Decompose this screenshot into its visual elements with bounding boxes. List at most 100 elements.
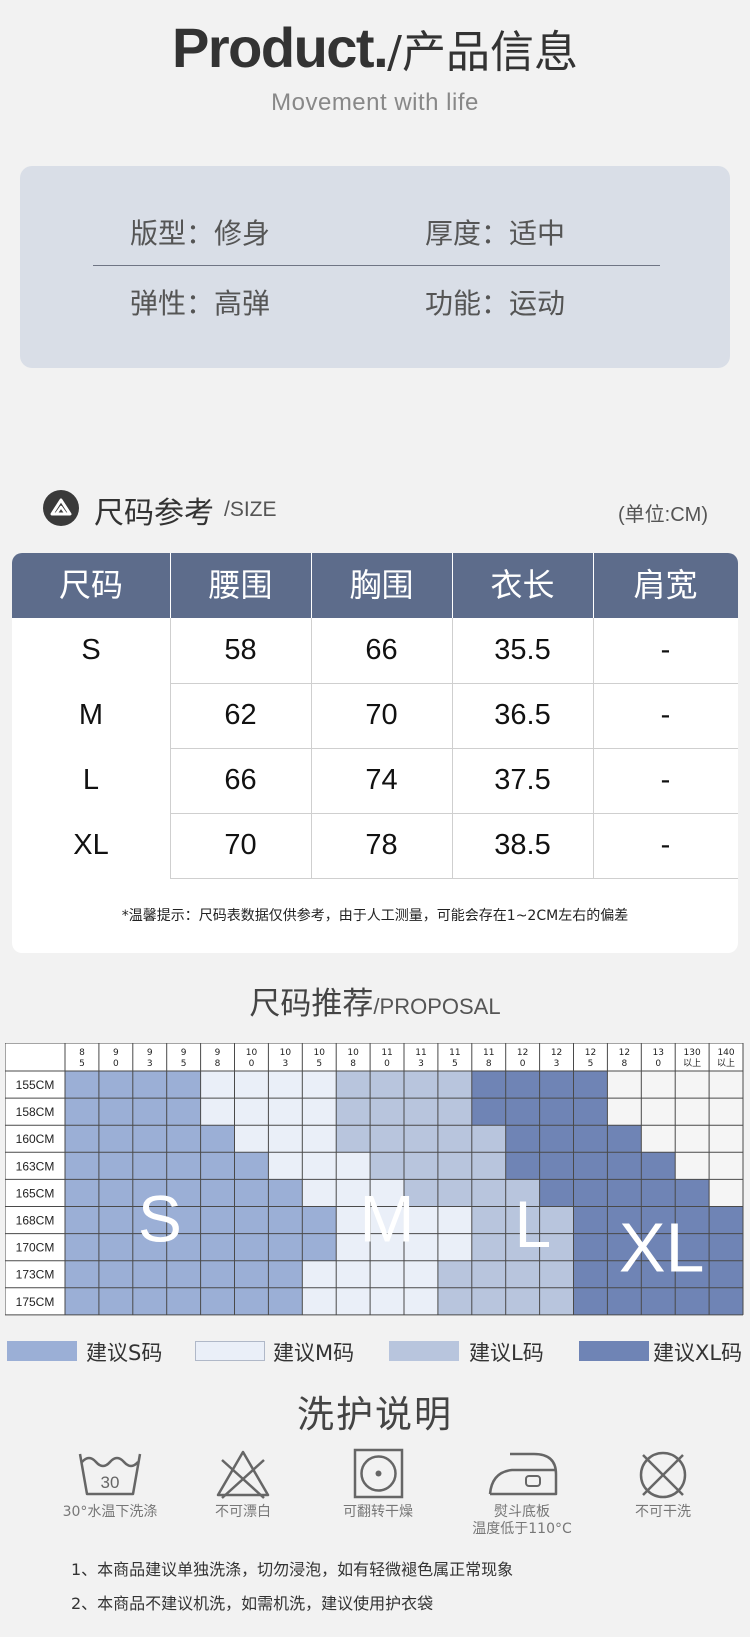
grid-cell-s — [98, 1098, 133, 1126]
grid-cell-xl — [539, 1125, 574, 1153]
grid-cell-xl — [505, 1098, 540, 1126]
grid-cell-m — [268, 1071, 303, 1099]
grid-cell-l — [404, 1071, 438, 1099]
wash-temp-label: 30 — [101, 1473, 120, 1492]
fit-info: 版型：修身 — [130, 217, 271, 250]
grid-cell-s — [166, 1152, 201, 1180]
wash-30-icon: 30 — [78, 1453, 142, 1496]
grid-cell-s — [234, 1206, 269, 1234]
grid-cell-s — [98, 1071, 133, 1099]
care-item-dry-clean: 不可干洗 — [598, 1448, 728, 1521]
size-cell: S — [81, 634, 101, 666]
waist-cell: 66 — [224, 764, 257, 796]
grid-cell-m — [302, 1260, 337, 1288]
weight-header-label: 130 以上 — [683, 1048, 701, 1069]
chest-cell: 66 — [365, 634, 398, 666]
grid-cell-s — [268, 1260, 303, 1288]
weight-header-label: 95 — [181, 1048, 187, 1069]
height-row-label: 173CM — [16, 1268, 55, 1282]
col-header-waist: 腰围 — [208, 566, 273, 604]
grid-cell-e — [641, 1071, 676, 1099]
grid-cell-l — [370, 1071, 404, 1099]
height-row-label: 175CM — [16, 1295, 55, 1309]
function-info: 功能：运动 — [425, 287, 566, 320]
grid-cell-s — [65, 1125, 99, 1153]
care-note: 1、本商品建议单独洗涤，切勿浸泡，如有轻微褪色属正常现象 — [71, 1560, 514, 1579]
care-label: 熨斗底板 — [494, 1504, 550, 1520]
care-item-wash: 30 30°水温下洗涤 — [45, 1448, 175, 1521]
grid-cell-e — [675, 1152, 710, 1180]
grid-cell-m — [268, 1098, 303, 1126]
shoulder-cell: - — [660, 699, 671, 731]
care-label: 可翻转干燥 — [343, 1504, 413, 1520]
grid-cell-s — [200, 1125, 235, 1153]
grid-cell-m — [336, 1260, 371, 1288]
grid-cell-xl — [505, 1125, 540, 1153]
grid-cell-e — [709, 1098, 743, 1126]
unit-label: (单位:CM) — [618, 504, 708, 526]
grid-cell-m — [268, 1152, 303, 1180]
grid-cell-e — [675, 1071, 710, 1099]
grid-cell-l — [336, 1071, 371, 1099]
shoulder-cell: - — [660, 829, 671, 861]
grid-cell-xl — [505, 1071, 540, 1099]
grid-cell-e — [709, 1071, 743, 1099]
product-info-card: 版型：修身 厚度：适中 弹性：高弹 功能：运动 — [20, 166, 730, 368]
grid-cell-m — [302, 1179, 337, 1207]
weight-header-label: 140 以上 — [717, 1048, 735, 1069]
grid-cell-s — [234, 1260, 269, 1288]
grid-cell-s — [302, 1233, 337, 1261]
size-cell: L — [82, 764, 100, 796]
grid-cell-m — [336, 1152, 371, 1180]
grid-cell-l — [437, 1260, 472, 1288]
grid-cell-xl — [573, 1287, 608, 1315]
grid-cell-l — [471, 1233, 506, 1261]
chest-cell: 74 — [365, 764, 398, 796]
weight-header-label: 85 — [79, 1048, 85, 1069]
care-item-iron: 熨斗底板 温度低于110°C — [457, 1448, 587, 1538]
grid-cell-m — [370, 1260, 404, 1288]
proposal-title-en: /PROPOSAL — [373, 994, 501, 1019]
grid-cell-l — [404, 1125, 438, 1153]
grid-cell-s — [200, 1206, 235, 1234]
page-title: Product./产品信息 — [0, 18, 750, 83]
care-label: 温度低于110°C — [472, 1521, 572, 1537]
table-grid-line — [170, 878, 738, 879]
grid-cell-s — [200, 1152, 235, 1180]
size-cell: XL — [73, 829, 109, 861]
size-table-card: 尺码 腰围 胸围 衣长 肩宽 S 58 66 35.5 - M 62 70 36… — [12, 553, 738, 953]
grid-cell-s — [65, 1287, 99, 1315]
legend-swatch-l — [389, 1341, 459, 1361]
grid-cell-s — [65, 1098, 99, 1126]
grid-cell-xl — [675, 1179, 710, 1207]
grid-cell-s — [234, 1233, 269, 1261]
header-divider — [593, 553, 594, 618]
grid-cell-xl — [539, 1152, 574, 1180]
care-note: 2、本商品不建议机洗，如需机洗，建议使用护衣袋 — [71, 1594, 434, 1613]
size-table-header: 尺码 腰围 胸围 衣长 肩宽 — [12, 553, 738, 618]
grid-cell-xl — [641, 1179, 676, 1207]
grid-cell-s — [166, 1125, 201, 1153]
grid-cell-s — [166, 1071, 201, 1099]
grid-cell-xl — [573, 1125, 608, 1153]
grid-cell-s — [234, 1287, 269, 1315]
grid-cell-xl — [471, 1098, 506, 1126]
legend-label-s: 建议S码 — [86, 1341, 163, 1365]
grid-cell-l — [437, 1125, 472, 1153]
weight-header-label: 98 — [215, 1048, 221, 1069]
grid-cell-s — [65, 1233, 99, 1261]
grid-cell-xl — [573, 1098, 608, 1126]
page-subtitle: Movement with life — [271, 89, 479, 116]
grid-cell-l — [471, 1152, 506, 1180]
grid-cell-l — [404, 1152, 438, 1180]
grid-cell-e — [675, 1098, 710, 1126]
grid-cell-m — [302, 1287, 337, 1315]
grid-cell-m — [200, 1071, 235, 1099]
size-cell: M — [78, 699, 104, 731]
col-header-shoulder: 肩宽 — [633, 566, 698, 604]
grid-cell-xl — [641, 1287, 676, 1315]
height-row-label: 160CM — [16, 1132, 55, 1146]
grid-cell-s — [200, 1179, 235, 1207]
grid-cell-s — [98, 1152, 133, 1180]
legend-swatch-m — [195, 1341, 265, 1361]
